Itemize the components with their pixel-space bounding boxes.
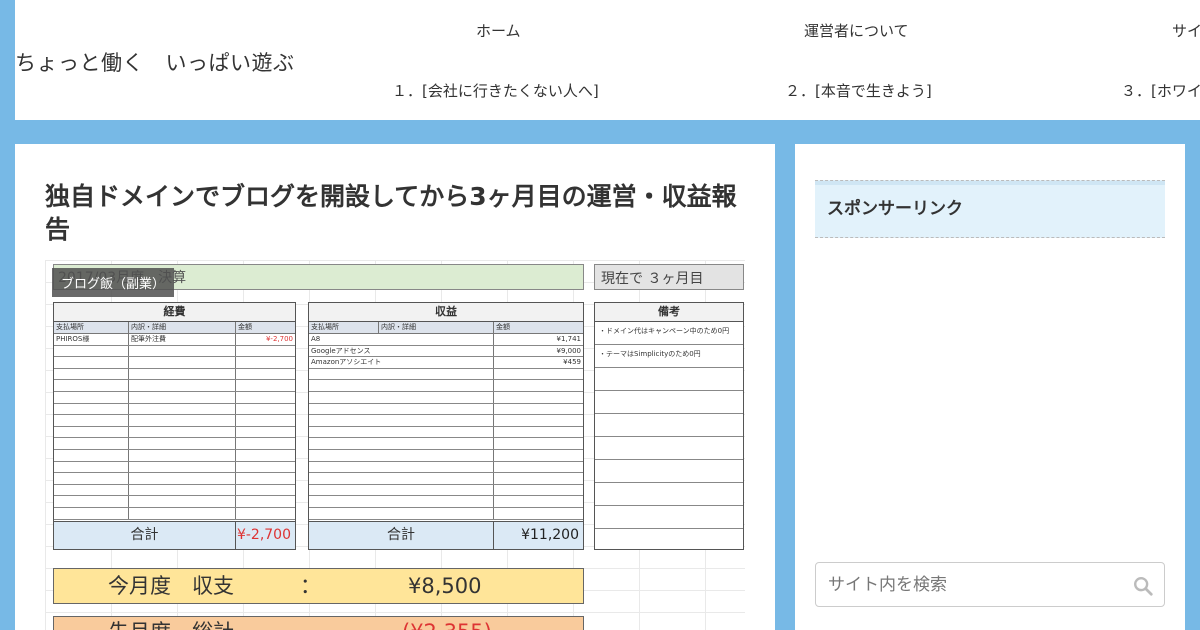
notes-table: 備考 ・ドメイン代はキャンペーン中のため0円 ・テーマはSimplicityのた… — [594, 302, 744, 550]
balance-colon: ： — [300, 574, 321, 598]
site-header: ちょっと働く いっぱい遊ぶ ホーム 運営者について サイ １．[会社に行きたくな… — [15, 0, 1200, 120]
cell: 配筆外注費 — [129, 334, 236, 345]
nav-sub-1[interactable]: １．[会社に行きたくない人へ] — [392, 80, 599, 101]
cell: PHIROS様 — [54, 334, 129, 345]
expense-total-row: 合計 ¥-2,700 — [54, 521, 295, 549]
nav-about[interactable]: 運営者について — [804, 20, 909, 41]
cumulative-total: 先月度 総計 (¥2,355) — [53, 616, 584, 630]
search-form — [815, 562, 1165, 607]
total-label: 合計 — [309, 522, 494, 549]
sidebar: スポンサーリンク — [795, 144, 1185, 630]
column-header: 金額 — [238, 323, 252, 331]
table-row: Amazonアソシエイト ¥459 — [309, 357, 583, 369]
expense-table: 経費 支払場所 内訳・詳細 金額 PHIROS様 配筆外注費 ¥-2,700 合… — [53, 302, 296, 550]
entry-title[interactable]: 独自ドメインでブログを開設してから3ヶ月目の運営・収益報告 — [45, 180, 745, 246]
search-input[interactable] — [816, 563, 1116, 606]
cell: ¥-2,700 — [265, 335, 293, 343]
expense-columns: 支払場所 内訳・詳細 金額 — [54, 322, 295, 334]
nav-sub-3[interactable]: ３．[ホワイ — [1121, 80, 1200, 101]
note-item: ・ドメイン代はキャンペーン中のため0円 — [595, 322, 743, 345]
monthly-balance: 今月度 収支 ： ¥8,500 — [53, 568, 584, 604]
table-row: Googleアドセンス ¥9,000 — [309, 345, 583, 358]
balance-value: ¥8,500 — [408, 574, 482, 598]
cumulative-label: 先月度 総計 — [108, 617, 234, 630]
cumulative-value: (¥2,355) — [402, 617, 492, 630]
nav-site[interactable]: サイ — [1172, 20, 1200, 41]
note-item: ・テーマはSimplicityのため0円 — [595, 345, 743, 368]
column-header: 内訳・詳細 — [129, 322, 236, 333]
total-label: 合計 — [54, 522, 236, 549]
cell: ¥1,741 — [556, 335, 582, 343]
income-columns: 支払場所 内訳・詳細 金額 — [309, 322, 583, 334]
income-total: ¥11,200 — [521, 527, 579, 543]
table-row: A8 ¥1,741 — [309, 334, 583, 346]
site-title[interactable]: ちょっと働く いっぱい遊ぶ — [15, 47, 295, 77]
category-badge[interactable]: ブログ飯（副業） — [52, 268, 175, 297]
cell: ¥9,000 — [556, 346, 582, 355]
income-title: 収益 — [309, 303, 583, 322]
month-label: 現在で ３ヶ月目 — [594, 264, 744, 290]
cell: A8 — [309, 334, 494, 345]
column-header: 内訳・詳細 — [379, 322, 494, 333]
table-row: PHIROS様 配筆外注費 ¥-2,700 — [54, 334, 295, 346]
eyecatch-image[interactable]: ブログ飯（副業） 2017/03月度 決算 現在で ３ヶ月目 経費 支払場所 内… — [45, 260, 745, 630]
column-header: 支払場所 — [54, 322, 129, 333]
cell: Googleアドセンス — [309, 345, 494, 357]
nav-sub-2[interactable]: ２．[本音で生きよう] — [785, 80, 932, 101]
expense-total: ¥-2,700 — [236, 527, 291, 543]
search-icon[interactable] — [1132, 575, 1154, 597]
sponsor-link-heading: スポンサーリンク — [815, 180, 1165, 238]
cell: ¥459 — [563, 358, 581, 367]
balance-label: 今月度 収支 — [108, 574, 234, 598]
notes-title: 備考 — [595, 303, 743, 322]
nav-home[interactable]: ホーム — [476, 20, 521, 41]
income-total-row: 合計 ¥11,200 — [309, 521, 583, 549]
income-table: 収益 支払場所 内訳・詳細 金額 A8 ¥1,741 Googleアドセンス ¥… — [308, 302, 584, 550]
column-header: 金額 — [496, 323, 510, 331]
expense-title: 経費 — [54, 303, 295, 322]
main-content-card: 独自ドメインでブログを開設してから3ヶ月目の運営・収益報告 ブログ飯（副業） 2… — [15, 144, 775, 630]
column-header: 支払場所 — [309, 322, 379, 333]
cell: Amazonアソシエイト — [309, 357, 494, 368]
